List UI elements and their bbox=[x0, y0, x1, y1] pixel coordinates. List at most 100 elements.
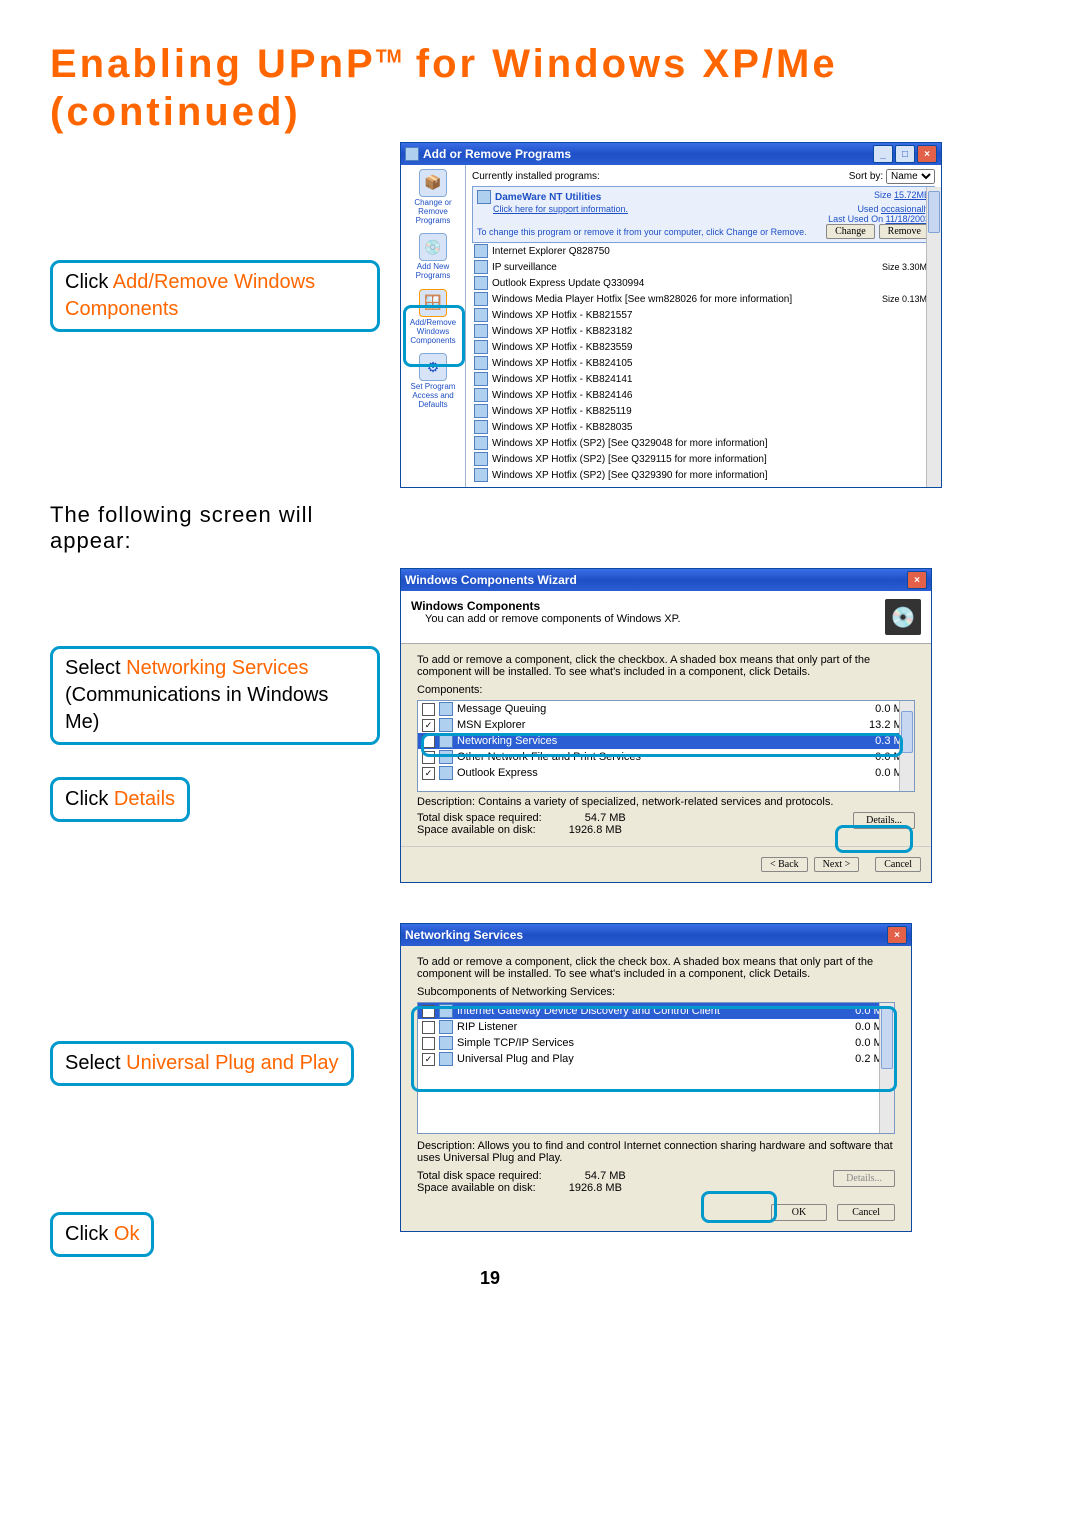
components-wizard-window: Windows Components Wizard × Windows Comp… bbox=[400, 568, 932, 883]
minimize-button[interactable]: _ bbox=[873, 145, 893, 163]
scroll-thumb[interactable] bbox=[881, 1007, 893, 1069]
close-button[interactable]: × bbox=[907, 571, 927, 589]
program-name: Windows XP Hotfix - KB823559 bbox=[492, 342, 632, 353]
subcomponent-row[interactable]: Internet Gateway Device Discovery and Co… bbox=[418, 1003, 894, 1019]
change-button[interactable]: Change bbox=[826, 224, 875, 239]
program-item[interactable]: Windows XP Hotfix - KB823182 bbox=[472, 323, 935, 339]
program-item[interactable]: Windows XP Hotfix (SP2) [See Q329115 for… bbox=[472, 451, 935, 467]
sidebar-program-access[interactable]: ⚙Set Program Access and Defaults bbox=[403, 353, 463, 409]
component-row[interactable]: Networking Services0.3 MB bbox=[418, 733, 914, 749]
sidebar-change-remove[interactable]: 📦Change or Remove Programs bbox=[403, 169, 463, 225]
checkbox[interactable] bbox=[422, 1005, 435, 1018]
subcomponent-name: Universal Plug and Play bbox=[457, 1053, 574, 1065]
currently-installed-label: Currently installed programs: bbox=[472, 171, 600, 182]
scroll-thumb[interactable] bbox=[928, 191, 940, 233]
callout-text: Select bbox=[65, 657, 126, 679]
remove-button[interactable]: Remove bbox=[879, 224, 930, 239]
program-icon bbox=[474, 452, 488, 466]
component-row[interactable]: Outlook Express0.0 MB bbox=[418, 765, 914, 781]
program-name: Windows XP Hotfix (SP2) [See Q329115 for… bbox=[492, 454, 767, 465]
program-item[interactable]: Windows XP Hotfix (SP2) [See Q329390 for… bbox=[472, 467, 935, 483]
program-item-selected[interactable]: DameWare NT Utilities Size 15.72MB Click… bbox=[472, 186, 935, 243]
checkbox[interactable] bbox=[422, 719, 435, 732]
component-name: Networking Services bbox=[457, 735, 557, 747]
size-value[interactable]: 15.72MB bbox=[894, 190, 930, 200]
program-icon bbox=[474, 468, 488, 482]
window-title: Add or Remove Programs bbox=[423, 147, 571, 161]
disk-required-label: Total disk space required: bbox=[417, 1170, 542, 1182]
components-label: Components: bbox=[417, 684, 915, 696]
program-name: Internet Explorer Q828750 bbox=[492, 246, 610, 257]
sort-select[interactable]: Name bbox=[886, 169, 935, 184]
program-name: IP surveillance bbox=[492, 262, 557, 273]
maximize-button[interactable]: □ bbox=[895, 145, 915, 163]
close-button[interactable]: × bbox=[917, 145, 937, 163]
subcomponents-label: Subcomponents of Networking Services: bbox=[417, 986, 895, 998]
cancel-button[interactable]: Cancel bbox=[875, 857, 921, 872]
component-row[interactable]: MSN Explorer13.2 MB bbox=[418, 717, 914, 733]
program-icon bbox=[474, 260, 488, 274]
program-icon bbox=[474, 244, 488, 258]
checkbox[interactable] bbox=[422, 735, 435, 748]
subcomponent-row[interactable]: Universal Plug and Play0.2 MB bbox=[418, 1051, 894, 1067]
wizard-subheading: You can add or remove components of Wind… bbox=[425, 613, 681, 625]
program-item[interactable]: Windows XP Hotfix - KB823559 bbox=[472, 339, 935, 355]
program-item[interactable]: Windows XP Hotfix - KB824146 bbox=[472, 387, 935, 403]
checkbox[interactable] bbox=[422, 767, 435, 780]
component-icon bbox=[439, 750, 453, 764]
program-item[interactable]: Internet Explorer Q828750 bbox=[472, 243, 935, 259]
title-part3: (continued) bbox=[50, 90, 301, 134]
program-icon bbox=[474, 324, 488, 338]
scrollbar[interactable] bbox=[926, 187, 941, 487]
program-item[interactable]: Windows XP Hotfix - KB824105 bbox=[472, 355, 935, 371]
program-item[interactable]: Windows XP Hotfix (SP2) [See Q329048 for… bbox=[472, 435, 935, 451]
program-name: DameWare NT Utilities bbox=[495, 192, 601, 203]
components-list: Message Queuing0.0 MBMSN Explorer13.2 MB… bbox=[417, 700, 915, 792]
program-list-panel: Currently installed programs: Sort by: N… bbox=[466, 165, 941, 487]
checkbox[interactable] bbox=[422, 1021, 435, 1034]
ok-button[interactable]: OK bbox=[771, 1204, 827, 1221]
subcomponent-row[interactable]: Simple TCP/IP Services0.0 MB bbox=[418, 1035, 894, 1051]
component-row[interactable]: Message Queuing0.0 MB bbox=[418, 701, 914, 717]
program-item[interactable]: Outlook Express Update Q330994 bbox=[472, 275, 935, 291]
callout-text: Click bbox=[65, 1223, 114, 1245]
callout-networking-services: Select Networking Services (Communicatio… bbox=[50, 646, 380, 745]
window-title: Windows Components Wizard bbox=[405, 573, 577, 587]
scrollbar[interactable] bbox=[879, 1003, 894, 1133]
details-button[interactable]: Details... bbox=[853, 812, 915, 829]
checkbox[interactable] bbox=[422, 751, 435, 764]
change-remove-msg: To change this program or remove it from… bbox=[477, 227, 820, 237]
program-item[interactable]: Windows XP Hotfix - KB825119 bbox=[472, 403, 935, 419]
program-name: Windows XP Hotfix - KB824105 bbox=[492, 358, 632, 369]
checkbox[interactable] bbox=[422, 1037, 435, 1050]
scroll-thumb[interactable] bbox=[901, 711, 913, 753]
checkbox[interactable] bbox=[422, 1053, 435, 1066]
checkbox[interactable] bbox=[422, 703, 435, 716]
scrollbar[interactable] bbox=[899, 701, 914, 791]
close-button[interactable]: × bbox=[887, 926, 907, 944]
program-item[interactable]: Windows Media Player Hotfix [See wm82802… bbox=[472, 291, 935, 307]
sidebar-add-new[interactable]: 💿Add New Programs bbox=[403, 233, 463, 281]
program-item[interactable]: Windows XP Hotfix - KB828035 bbox=[472, 419, 935, 435]
subcomponent-icon bbox=[439, 1036, 453, 1050]
back-button[interactable]: < Back bbox=[761, 857, 808, 872]
component-row[interactable]: Other Network File and Print Services0.0… bbox=[418, 749, 914, 765]
description-text: Contains a variety of specialized, netwo… bbox=[478, 796, 833, 808]
component-name: Outlook Express bbox=[457, 767, 538, 779]
details-button: Details... bbox=[833, 1170, 895, 1187]
cancel-button[interactable]: Cancel bbox=[837, 1204, 895, 1221]
sidebar-windows-components[interactable]: 🪟Add/Remove Windows Components bbox=[403, 289, 463, 345]
next-button[interactable]: Next > bbox=[814, 857, 860, 872]
component-name: Message Queuing bbox=[457, 703, 546, 715]
dialog-instructions: To add or remove a component, click the … bbox=[417, 956, 895, 980]
title-part2: for Windows XP/Me bbox=[402, 42, 838, 86]
program-item[interactable]: Windows XP Hotfix - KB821557 bbox=[472, 307, 935, 323]
sidebar-label: Change or Remove Programs bbox=[414, 198, 451, 225]
program-item[interactable]: Windows XP Hotfix - KB824141 bbox=[472, 371, 935, 387]
support-link[interactable]: Click here for support information. bbox=[493, 204, 628, 214]
callout-highlight: Ok bbox=[114, 1223, 140, 1245]
subcomponent-row[interactable]: RIP Listener0.0 MB bbox=[418, 1019, 894, 1035]
program-item[interactable]: IP surveillanceSize 3.30MB bbox=[472, 259, 935, 275]
disk-available-label: Space available on disk: bbox=[417, 1182, 536, 1194]
window-icon: 🪟 bbox=[419, 289, 447, 317]
